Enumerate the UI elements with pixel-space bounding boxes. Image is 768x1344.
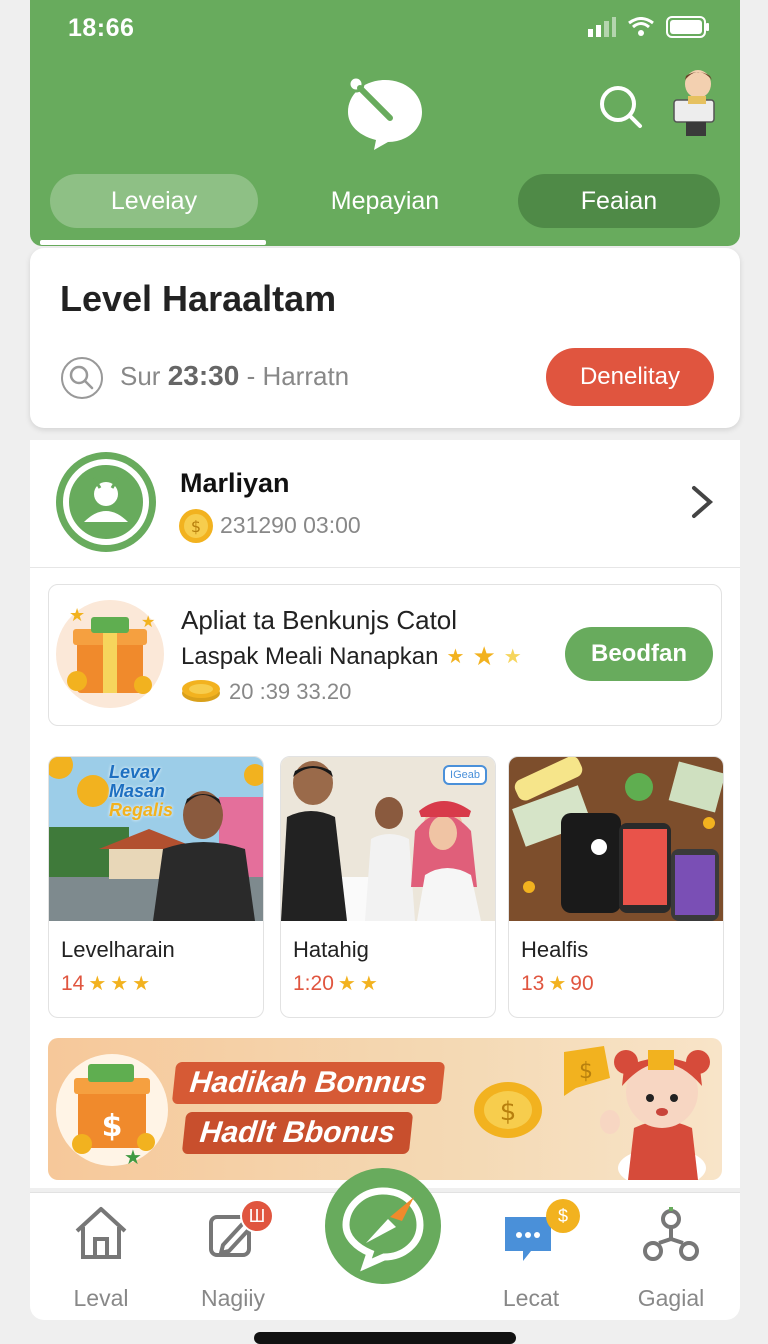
card-meta-left: 13 (521, 971, 545, 995)
battery-icon (666, 16, 709, 38)
coin-badge: $ (546, 1199, 580, 1233)
status-time: 18:66 (68, 14, 135, 42)
level-sub-suffix: - Harratn (246, 361, 350, 391)
card-meta-value: 14 (61, 971, 85, 995)
gift-box-icon: ★ ★ (56, 600, 164, 708)
svg-text:★: ★ (124, 1145, 142, 1169)
notification-badge: Ш (240, 1199, 274, 1233)
promo-subtitle: Laspak Meali Nanapkan (181, 642, 439, 670)
nav-label: Nagiiy (201, 1285, 265, 1311)
card-image-caption-line-2: Masan (109, 781, 166, 801)
card-image-phones-money (509, 757, 723, 921)
gift-box-icon: $ ★ (56, 1054, 168, 1169)
card-meta-right: 90 (570, 971, 594, 995)
compass-icon[interactable] (324, 1167, 442, 1285)
card-title: Levelharain (61, 937, 175, 962)
star-icon: ★ (132, 973, 151, 995)
bonus-banner[interactable]: $ ★ Hadikah Bonnus Hadlt Bbonus $ $ (48, 1038, 722, 1180)
app-logo-icon (347, 75, 422, 150)
svg-text:★: ★ (69, 605, 85, 626)
mascot-icon (600, 1050, 710, 1180)
card-meta: 1:20 ★ ★ (293, 971, 378, 996)
profile-name: Marliyan (180, 468, 290, 498)
level-sub-time: 23:30 (167, 360, 240, 391)
star-icon: ★ (503, 646, 522, 668)
promo-meta: 20 :39 33.20 (229, 679, 352, 704)
card-meta-value: 1:20 (293, 971, 334, 995)
tab-feaian[interactable]: Feaian (518, 174, 720, 228)
svg-text:$: $ (102, 1109, 123, 1144)
star-icon: ★ (88, 973, 107, 995)
nav-label: Lecat (502, 1285, 560, 1311)
nav-item-lecat[interactable]: $ Lecat (466, 1199, 586, 1313)
search-icon[interactable] (596, 82, 644, 130)
nav-label: Gagial (637, 1285, 705, 1311)
level-title: Level Haraaltam (60, 278, 337, 319)
home-icon (75, 1207, 127, 1259)
home-indicator (254, 1332, 516, 1344)
banner-headline: Hadikah Bonnus (171, 1062, 445, 1104)
card-image-caption-line-3: Regalis (109, 800, 174, 820)
banner-subheadline: Hadlt Bbonus (181, 1112, 414, 1154)
card-title: Healfis (521, 937, 589, 962)
svg-text:$: $ (500, 1097, 517, 1127)
coin-stack-icon (182, 680, 220, 702)
wifi-icon (628, 17, 654, 36)
svg-text:★: ★ (141, 612, 155, 631)
card-image-caption: Levay Masan Regalis (109, 763, 173, 820)
nav-label: Leval (73, 1285, 129, 1311)
star-icon: ★ (446, 646, 465, 668)
star-icon: ★ (548, 973, 567, 995)
bottom-navigation: Leval Ш Nagiiy $ Lecat Gagial (30, 1168, 740, 1320)
chevron-right-icon[interactable] (690, 484, 714, 520)
tab-leveiay[interactable]: Leveiay (50, 174, 258, 228)
promo-title: Apliat ta Benkunjs Catol (181, 605, 458, 635)
level-sub-prefix: Sur (120, 361, 161, 391)
svg-text:$: $ (579, 1059, 593, 1084)
level-schedule: Sur 23:30 - Harratn (120, 360, 349, 392)
svg-text:$: $ (191, 517, 201, 536)
profile-row[interactable]: Marliyan $ 231290 03:00 (30, 440, 740, 568)
coin-icon: $ (179, 509, 213, 543)
card-badge: IGeab (443, 765, 487, 785)
nav-item-gagial[interactable]: Gagial (606, 1203, 726, 1313)
product-card[interactable]: Healfis 13 ★ 90 (508, 756, 724, 1018)
profile-avatar-icon (56, 452, 156, 552)
level-card: Level Haraaltam Sur 23:30 - Harratn Dene… (30, 248, 740, 428)
star-icon: ★ (110, 973, 129, 995)
card-meta: 14 ★ ★ ★ (61, 971, 150, 996)
signal-icon (588, 17, 616, 37)
card-title: Hatahig (293, 937, 369, 962)
star-icon: ★ (472, 641, 496, 671)
card-meta: 13 ★ 90 (521, 971, 594, 996)
card-image-caption-line-1: Levay (109, 762, 161, 782)
nav-item-leval[interactable]: Leval (36, 1203, 156, 1313)
promo-subtitle-row: Laspak Meali Nanapkan ★ ★ ★ (181, 641, 522, 672)
product-card[interactable]: Levay Masan Regalis Levelharain 14 ★ ★ ★ (48, 756, 264, 1018)
app-screen: 18:66 Leveiay Mepayian Feaian Level Hara… (30, 0, 740, 1320)
status-icons (588, 16, 710, 38)
profile-network-icon (643, 1207, 699, 1261)
tab-mepayian[interactable]: Mepayian (280, 174, 490, 228)
beodfan-button[interactable]: Beodfan (565, 627, 713, 681)
app-header: 18:66 Leveiay Mepayian Feaian (30, 0, 740, 246)
profile-meta: 231290 03:00 (220, 512, 361, 538)
active-tab-indicator (40, 240, 266, 245)
star-icon: ★ (359, 973, 378, 995)
product-card[interactable]: IGeab Hatahig 1:20 ★ ★ (280, 756, 496, 1018)
search-icon[interactable] (60, 356, 104, 400)
star-icon: ★ (337, 973, 356, 995)
coin-bubble-icon: $ (474, 1082, 542, 1138)
nav-item-nagiiy[interactable]: Ш Nagiiy (168, 1199, 288, 1313)
promo-card: ★ ★ Apliat ta Benkunjs Catol Laspak Meal… (48, 584, 722, 726)
user-avatar-icon[interactable] (666, 66, 726, 138)
denelitay-button[interactable]: Denelitay (546, 348, 714, 406)
